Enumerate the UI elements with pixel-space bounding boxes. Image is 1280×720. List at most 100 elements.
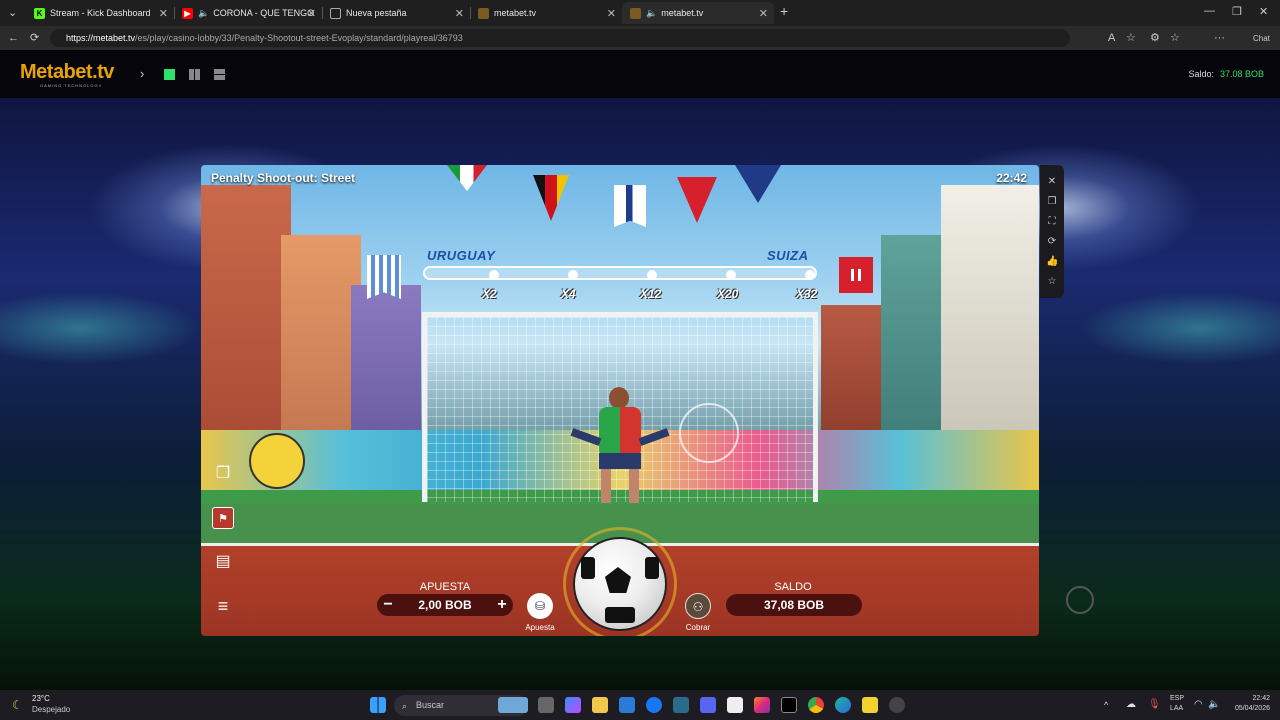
- chevron-up-icon[interactable]: ^: [1104, 700, 1108, 710]
- new-tab-icon: [330, 7, 341, 19]
- new-tab-button[interactable]: +: [780, 4, 788, 18]
- building-left: [201, 185, 291, 445]
- progress-dot: [805, 270, 815, 280]
- clock-date[interactable]: 05/04/2026: [1222, 705, 1270, 712]
- progress-dot: [489, 270, 499, 280]
- search-highlight-icon: [498, 697, 528, 713]
- microphone-icon[interactable]: 🎙: [1148, 699, 1161, 710]
- menu-icon[interactable]: ≡: [212, 595, 234, 617]
- weather-temp[interactable]: 23°C: [32, 694, 50, 703]
- back-icon[interactable]: ←: [8, 32, 19, 44]
- fullscreen-icon[interactable]: ⛶: [1046, 216, 1058, 228]
- balance-value: 37.08 BOB: [1219, 69, 1264, 79]
- document-icon[interactable]: ❐: [212, 463, 234, 485]
- progress-dot: [726, 270, 736, 280]
- increase-bet-button[interactable]: +: [491, 594, 513, 616]
- close-icon[interactable]: ✕: [759, 7, 768, 20]
- copy-icon[interactable]: ❐: [1046, 196, 1058, 208]
- multiplier-label: X20: [717, 287, 739, 301]
- multiplier-label: X32: [796, 287, 818, 301]
- facebook-icon[interactable]: [646, 697, 662, 713]
- maximize-icon[interactable]: ❐: [1232, 6, 1242, 18]
- chrome-icon[interactable]: [808, 697, 824, 713]
- split-view-icon[interactable]: [189, 69, 200, 80]
- logo-subtitle: GAMING TECHNOLOGY: [40, 83, 103, 88]
- chevron-right-icon[interactable]: ›: [140, 66, 144, 81]
- cloud-icon[interactable]: ☁: [1126, 699, 1136, 710]
- building-left-3: [351, 285, 421, 445]
- copilot-taskbar-icon[interactable]: [565, 697, 581, 713]
- tab-metabet-2[interactable]: 🔈 metabet.tv ✕: [622, 2, 774, 24]
- decrease-bet-button[interactable]: −: [377, 594, 399, 616]
- edge-icon[interactable]: [835, 697, 851, 713]
- flags-icon[interactable]: ⚑: [212, 507, 234, 529]
- extensions-icon[interactable]: ⚙: [1150, 32, 1160, 44]
- tab-metabet-1[interactable]: metabet.tv ✕: [470, 2, 622, 24]
- tab-youtube[interactable]: ▶ 🔈 CORONA - QUE TENGO QUE ✕: [174, 2, 322, 24]
- game-canvas[interactable]: Penalty Shoot-out: Street 22:42 URUGUAY …: [201, 165, 1039, 636]
- photos-icon[interactable]: [673, 697, 689, 713]
- smiley-graffiti: [249, 433, 305, 489]
- url-field[interactable]: https://metabet.tv/es/play/casino-lobby/…: [50, 29, 1070, 47]
- url-path: /es/play/casino-lobby/33/Penalty-Shootou…: [135, 33, 463, 43]
- favorites-icon[interactable]: ☆: [1170, 32, 1180, 44]
- history-icon[interactable]: ▤: [212, 551, 234, 573]
- ball-panel: [645, 557, 659, 579]
- progress-track: [423, 266, 817, 280]
- swiss-cross-icon: [851, 269, 861, 281]
- apuesta-button-label[interactable]: Apuesta: [517, 623, 563, 632]
- star-icon[interactable]: ☆: [1046, 276, 1058, 288]
- apuesta-label: APUESTA: [419, 581, 471, 593]
- language-code[interactable]: ESP: [1170, 695, 1184, 702]
- clock-time[interactable]: 22:42: [1230, 695, 1270, 702]
- task-view-icon[interactable]: [538, 697, 554, 713]
- target-crosshair-icon[interactable]: [679, 403, 739, 463]
- file-explorer-icon[interactable]: [592, 697, 608, 713]
- site-logo[interactable]: Metabet.tv: [20, 61, 114, 84]
- cashout-icon[interactable]: ⚇: [685, 593, 711, 619]
- bet-amount-value: 2,00 BOB: [418, 598, 472, 612]
- keyboard-layout[interactable]: LAA: [1170, 705, 1183, 712]
- tab-kick[interactable]: K Stream - Kick Dashboard ✕: [26, 2, 174, 24]
- tab-title: metabet.tv: [494, 8, 537, 18]
- close-icon[interactable]: ✕: [1046, 176, 1058, 188]
- close-icon[interactable]: ✕: [607, 7, 616, 20]
- refresh-icon[interactable]: ⟳: [1046, 236, 1058, 248]
- close-icon[interactable]: ✕: [307, 7, 316, 20]
- reload-icon[interactable]: ⟳: [30, 32, 39, 44]
- volume-icon[interactable]: 🔈: [1208, 699, 1220, 710]
- window-close-icon[interactable]: ✕: [1259, 6, 1268, 18]
- cobrar-button-label[interactable]: Cobrar: [675, 623, 721, 632]
- chat-button[interactable]: Chat: [1253, 33, 1270, 45]
- read-aloud-icon[interactable]: A: [1108, 32, 1115, 44]
- start-icon[interactable]: [370, 697, 386, 713]
- app-icon[interactable]: [889, 697, 905, 713]
- tab-actions-icon[interactable]: ⌄: [8, 7, 17, 19]
- uk-flag: [735, 165, 781, 203]
- game-side-toolbar: ✕ ❐ ⛶ ⟳ 👍 ☆: [1040, 165, 1064, 298]
- x-icon[interactable]: [781, 697, 797, 713]
- sticky-notes-icon[interactable]: [862, 697, 878, 713]
- site-header: Metabet.tv GAMING TECHNOLOGY ›: [0, 50, 1280, 98]
- metabet-icon: [630, 7, 641, 19]
- tab-title: Nueva pestaña: [346, 8, 407, 18]
- discord-icon[interactable]: [700, 697, 716, 713]
- store-icon[interactable]: [619, 697, 635, 713]
- weather-desc[interactable]: Despejado: [32, 705, 70, 714]
- close-icon[interactable]: ✕: [455, 7, 464, 20]
- saldo-value: 37,08 BOB: [726, 594, 862, 616]
- wikipedia-icon[interactable]: [727, 697, 743, 713]
- close-icon[interactable]: ✕: [159, 7, 168, 20]
- menu-dots-icon[interactable]: ···: [1214, 32, 1225, 44]
- thumbs-up-icon[interactable]: 👍: [1046, 256, 1058, 268]
- goalkeeper-head: [609, 387, 629, 409]
- minimize-icon[interactable]: —: [1204, 5, 1215, 17]
- instagram-icon[interactable]: [754, 697, 770, 713]
- grid-view-icon[interactable]: [214, 69, 225, 80]
- wifi-icon[interactable]: ◠: [1194, 699, 1203, 710]
- tab-new[interactable]: Nueva pestaña ✕: [322, 2, 470, 24]
- coins-icon[interactable]: ⛁: [527, 593, 553, 619]
- favorite-star-icon[interactable]: ☆: [1126, 32, 1136, 44]
- single-view-icon[interactable]: [164, 69, 175, 80]
- balance-label: Saldo:: [1188, 69, 1214, 79]
